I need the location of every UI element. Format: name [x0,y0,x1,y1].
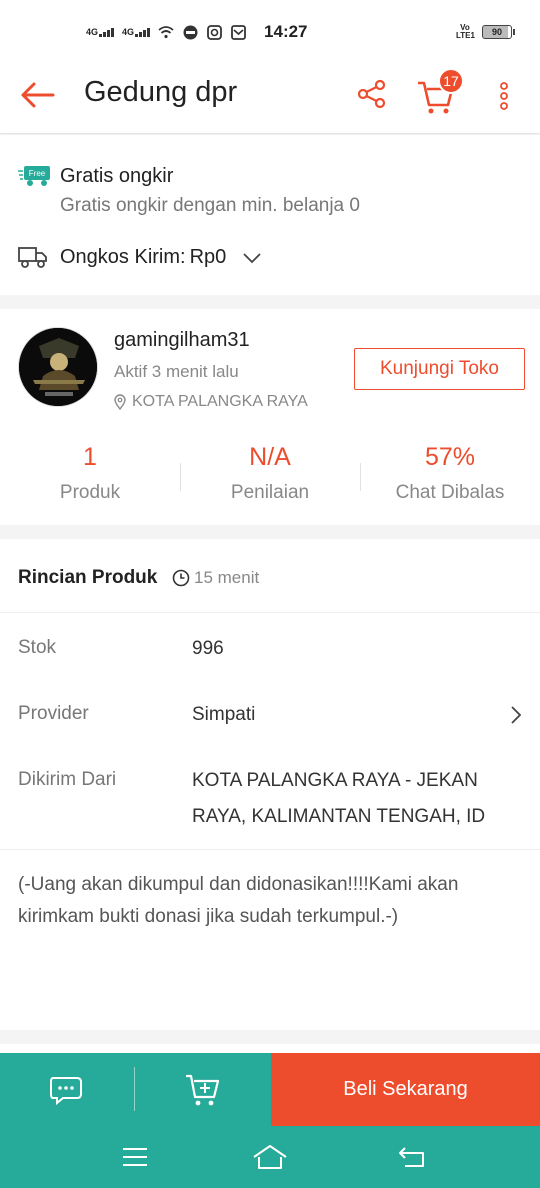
shop-section: gamingilham31 Aktif 3 menit lalu KOTA PA… [0,309,540,525]
provider-value[interactable]: Simpati [192,697,255,733]
wifi-icon [158,24,174,40]
cart-count-badge: 17 [438,68,464,94]
signal-2-icon: 4G [122,26,151,37]
return-icon [399,1147,424,1167]
signal-1-label: 4G [86,26,99,37]
system-nav-bar [0,1126,540,1188]
shop-location-text: KOTA PALANGKA RAYA [132,393,308,410]
shop-name: gamingilham31 [114,329,250,351]
line-app-icon [182,24,198,40]
chevron-down-icon [242,248,262,268]
chevron-right-icon[interactable] [506,705,526,725]
shipping-cost-row[interactable]: Ongkos Kirim: Rp0 [60,246,262,269]
shop-location: KOTA PALANGKA RAYA [114,393,308,411]
stock-value: 996 [192,638,224,659]
location-pin-icon [114,394,126,410]
battery-icon: 90 [482,25,515,39]
menu-nav-button[interactable] [115,1142,155,1172]
visit-shop-button[interactable]: Kunjungi Toko [354,348,525,390]
shop-logo-icon [19,328,97,406]
stat-label: Penilaian [230,482,310,503]
status-time: 14:27 [264,22,308,41]
chat-icon [49,1076,82,1105]
shipping-section: Free Gratis ongkir Gratis ongkir dengan … [0,135,540,295]
section-divider [0,1030,540,1044]
mail-icon [230,24,246,40]
status-bar: 4G 4G 14:27 Vo LTE1 90 [0,0,540,62]
home-nav-button[interactable] [250,1142,290,1172]
status-right: Vo LTE1 90 [456,23,515,40]
stat-rating[interactable]: N/A Penilaian [180,437,360,507]
bottom-action-bar: Beli Sekarang [0,1053,540,1126]
share-button[interactable] [352,74,392,114]
details-header: Rincian Produk 15 menit [0,539,540,613]
shipped-from-label: Dikirim Dari [18,769,117,790]
shop-stats: 1 Produk N/A Penilaian 57% Chat Dibalas [0,437,540,507]
stat-value: 1 [83,443,97,471]
product-details-section: Rincian Produk 15 menit Stok 996 Provide… [0,539,540,1029]
signal-2-label: 4G [122,26,135,37]
shipped-from-value: KOTA PALANGKA RAYA - JEKAN RAYA, KALIMAN… [192,770,486,827]
free-shipping-icon: Free [18,165,50,187]
provider-label[interactable]: Provider [18,703,89,725]
more-vertical-icon [500,82,508,110]
stat-label: Produk [59,482,121,503]
shop-active-status: Aktif 3 menit lalu [114,362,239,381]
stat-value: 57% [424,443,476,471]
signal-1-icon: 4G [86,26,115,37]
shipping-cost-value: Rp0 [189,246,227,268]
back-nav-button[interactable] [392,1142,432,1172]
details-time-text: 15 menit [194,568,260,587]
stat-value: N/A [249,443,291,471]
stat-products[interactable]: 1 Produk [0,437,180,507]
svg-text:Free: Free [29,169,46,178]
home-icon [253,1145,287,1169]
app-bar: Gedung dpr 17 [0,62,540,134]
status-icons: 4G 4G 14:27 [86,22,308,42]
section-divider [0,295,540,309]
section-divider [0,525,540,539]
shop-avatar[interactable] [18,327,98,407]
volte-icon: Vo LTE1 [456,23,475,40]
buy-now-button[interactable]: Beli Sekarang [271,1053,540,1126]
details-time: 15 menit [172,568,259,588]
screen: 4G 4G 14:27 Vo LTE1 90 Gedung dpr 17 Fre… [0,0,540,1188]
add-to-cart-icon [186,1074,220,1105]
free-shipping-title: Gratis ongkir [60,165,174,187]
cart-button[interactable]: 17 [416,68,464,116]
stat-chat-reply[interactable]: 57% Chat Dibalas [360,437,540,507]
more-button[interactable] [492,74,516,118]
clock-icon [172,569,190,587]
truck-icon [18,245,48,269]
back-button[interactable] [16,74,58,116]
stock-label: Stok [18,637,57,658]
instagram-icon [206,24,222,40]
share-icon [357,79,386,109]
details-title: Rincian Produk [18,567,158,588]
add-to-cart-button[interactable] [135,1053,271,1126]
stat-label: Chat Dibalas [395,482,505,503]
menu-icon [123,1148,147,1166]
page-title: Gedung dpr [84,76,238,108]
arrow-left-icon [21,82,55,108]
divider [0,849,540,850]
free-shipping-subtitle: Gratis ongkir dengan min. belanja 0 [60,195,360,216]
chat-button[interactable] [0,1053,135,1126]
product-description: (-Uang akan dikumpul dan didonasikan!!!!… [18,874,459,927]
shipping-cost-label: Ongkos Kirim: [60,246,186,268]
